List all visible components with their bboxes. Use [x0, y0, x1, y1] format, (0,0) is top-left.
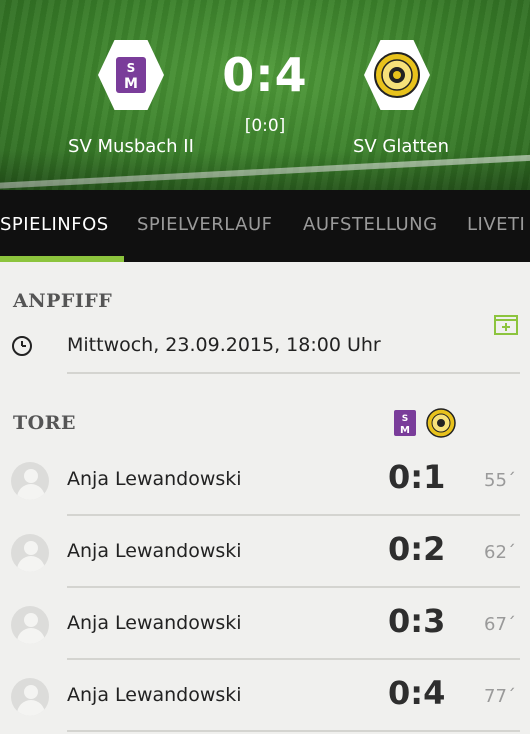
- final-score: 0:4: [222, 48, 308, 102]
- kickoff-heading: ANPFIFF: [13, 290, 113, 312]
- player-avatar-icon: [11, 678, 49, 716]
- home-crest-icon: S M: [116, 57, 146, 93]
- divider: [67, 514, 520, 516]
- kickoff-datetime: Mittwoch, 23.09.2015, 18:00 Uhr: [67, 334, 381, 356]
- away-team-name[interactable]: SV Glatten: [316, 136, 486, 157]
- away-mini-crest-icon: [426, 408, 456, 438]
- tab-liveticker[interactable]: LIVETI: [467, 214, 525, 235]
- goal-minute: 55´: [484, 470, 516, 491]
- goals-heading: TORE: [13, 412, 76, 434]
- divider: [67, 658, 520, 660]
- tab-spielverlauf[interactable]: SPIELVERLAUF: [137, 214, 273, 235]
- goal-minute: 67´: [484, 614, 516, 635]
- goal-score: 0:4: [388, 674, 446, 712]
- goal-minute: 77´: [484, 686, 516, 707]
- player-avatar-icon: [11, 606, 49, 644]
- goal-row[interactable]: Anja Lewandowski 0:1 55´: [0, 458, 530, 534]
- home-mini-crest-icon: S M: [394, 410, 416, 436]
- match-header: S M 0:4 [0:0] SV Musbach II SV Glatten: [0, 0, 530, 190]
- goal-row[interactable]: Anja Lewandowski 0:2 62´: [0, 530, 530, 606]
- tab-spielinfos[interactable]: SPIELINFOS: [0, 214, 109, 235]
- player-avatar-icon: [11, 534, 49, 572]
- svg-text:S: S: [402, 414, 408, 424]
- goal-scorer: Anja Lewandowski: [67, 684, 242, 706]
- clock-icon: [12, 336, 32, 356]
- divider: [67, 730, 520, 732]
- active-tab-indicator: [0, 256, 124, 262]
- goal-row[interactable]: Anja Lewandowski 0:4 77´: [0, 674, 530, 734]
- svg-text:M: M: [400, 425, 410, 436]
- goal-score: 0:2: [388, 530, 446, 568]
- player-avatar-icon: [11, 462, 49, 500]
- goal-score: 0:3: [388, 602, 446, 640]
- halftime-score: [0:0]: [244, 116, 286, 136]
- home-team-crest[interactable]: S M: [98, 40, 164, 110]
- goal-scorer: Anja Lewandowski: [67, 612, 242, 634]
- home-team-name[interactable]: SV Musbach II: [46, 136, 216, 157]
- goal-minute: 62´: [484, 542, 516, 563]
- calendar-add-icon[interactable]: [494, 313, 518, 335]
- svg-text:M: M: [124, 76, 138, 92]
- match-tabs: SPIELINFOS SPIELVERLAUF AUFSTELLUNG LIVE…: [0, 190, 530, 262]
- goal-row[interactable]: Anja Lewandowski 0:3 67´: [0, 602, 530, 678]
- svg-text:S: S: [127, 61, 136, 75]
- divider: [67, 372, 520, 374]
- away-team-crest[interactable]: [364, 40, 430, 110]
- away-crest-icon: [374, 52, 420, 98]
- goal-score: 0:1: [388, 458, 446, 496]
- tab-aufstellung[interactable]: AUFSTELLUNG: [303, 214, 438, 235]
- goal-scorer: Anja Lewandowski: [67, 468, 242, 490]
- divider: [67, 586, 520, 588]
- goal-scorer: Anja Lewandowski: [67, 540, 242, 562]
